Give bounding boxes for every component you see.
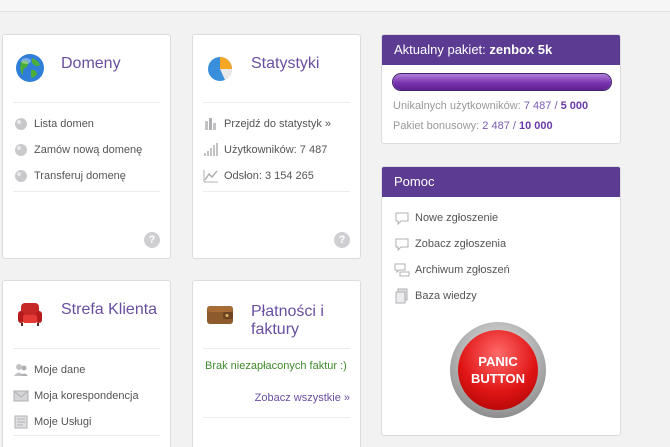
panic-button-face: PANIC BUTTON	[458, 330, 538, 410]
line-chart-icon	[203, 170, 218, 183]
bonus-sep: /	[512, 120, 516, 132]
pakiet-panel: Aktualny pakiet: zenbox 5k Unikalnych uż…	[381, 34, 621, 144]
divider	[13, 191, 160, 192]
bonus-stat: Pakiet bonusowy: 2 487 / 10 000	[393, 120, 553, 132]
top-bar	[0, 0, 670, 12]
link-label: Moje Usługi	[34, 416, 92, 428]
link-moja-korespondencja[interactable]: Moja korespondencja	[13, 383, 160, 409]
help-icon[interactable]: ?	[334, 232, 350, 248]
statystyki-title: Statystyki	[251, 55, 320, 72]
pomoc-header: Pomoc	[382, 167, 620, 197]
chat-bubble-icon	[395, 212, 409, 226]
wallet-icon	[207, 306, 233, 324]
list-icon	[14, 415, 28, 429]
link-moje-dane[interactable]: Moje dane	[13, 357, 160, 383]
divider	[203, 191, 350, 192]
link-label: Moja korespondencja	[34, 390, 139, 402]
link-zamow-domene[interactable]: Zamów nową domenę	[13, 137, 160, 163]
bonus-label: Pakiet bonusowy:	[393, 120, 480, 132]
link-label: Transferuj domenę	[34, 170, 126, 182]
link-lista-domen[interactable]: Lista domen	[13, 111, 160, 137]
link-archiwum-zgloszen[interactable]: Archiwum zgłoszeń	[394, 257, 510, 283]
link-label: Lista domen	[34, 118, 94, 130]
divider	[13, 435, 160, 436]
link-przejdz-do-statystyk[interactable]: Przejdź do statystyk »	[203, 111, 350, 137]
bar-chart-icon	[205, 118, 216, 130]
link-label: Baza wiedzy	[415, 290, 477, 302]
globe-small-icon	[15, 170, 27, 182]
domeny-title: Domeny	[61, 55, 121, 72]
globe-small-icon	[15, 144, 27, 156]
stat-odslony: Odsłon: 3 154 265	[203, 163, 350, 189]
panic-button[interactable]: PANIC BUTTON	[450, 322, 546, 418]
pakiet-name: zenbox 5k	[489, 42, 553, 57]
see-all-link[interactable]: Zobacz wszystkie »	[255, 392, 350, 404]
envelope-icon	[13, 390, 29, 402]
domeny-header: Domeny	[13, 35, 160, 103]
domeny-card: Domeny Lista domen Zamów nową domenę Tra…	[2, 34, 171, 259]
link-label: Nowe zgłoszenie	[415, 212, 499, 224]
panic-label-line2: BUTTON	[471, 371, 525, 386]
strefa-klienta-card: Strefa Klienta Moje dane Moja koresponde…	[2, 280, 171, 447]
bonus-value: 2 487	[482, 120, 510, 132]
unique-sep: /	[554, 100, 558, 112]
link-label: Moje dane	[34, 364, 86, 376]
link-nowe-zgloszenie[interactable]: Nowe zgłoszenie	[394, 205, 510, 231]
chat-bubble-icon	[395, 238, 409, 252]
stat-uzytkownicy: Użytkowników: 7 487	[203, 137, 350, 163]
link-label: Zamów nową domenę	[34, 144, 143, 156]
divider	[203, 417, 350, 418]
globe-icon	[16, 54, 44, 82]
pie-chart-icon	[208, 57, 233, 81]
panic-label-line1: PANIC	[478, 354, 518, 369]
pomoc-panel: Pomoc Nowe zgłoszenie Zobacz zgłoszenia …	[381, 166, 621, 436]
pakiet-header: Aktualny pakiet: zenbox 5k	[382, 35, 620, 65]
link-zobacz-zgloszenia[interactable]: Zobacz zgłoszenia	[394, 231, 510, 257]
link-label: Przejdź do statystyk »	[224, 118, 331, 130]
unique-value: 7 487	[523, 100, 552, 112]
unique-users-stat: Unikalnych użytkowników: 7 487 / 5 000	[393, 100, 588, 112]
documents-icon	[395, 288, 408, 304]
platnosci-header: Płatności i faktury	[203, 281, 350, 349]
pakiet-prefix: Aktualny pakiet:	[394, 42, 486, 57]
progress-fill	[393, 74, 611, 90]
armchair-icon	[18, 303, 42, 326]
stat-label: Odsłon: 3 154 265	[224, 170, 314, 182]
link-moje-uslugi[interactable]: Moje Usługi	[13, 409, 160, 435]
title-line2: faktury	[251, 321, 300, 338]
unique-limit: 5 000	[560, 100, 589, 112]
link-label: Archiwum zgłoszeń	[415, 264, 510, 276]
help-icon[interactable]: ?	[144, 232, 160, 248]
globe-small-icon	[15, 118, 27, 130]
link-transferuj-domene[interactable]: Transferuj domenę	[13, 163, 160, 189]
chat-bubbles-icon	[394, 263, 410, 277]
link-label: Zobacz zgłoszenia	[415, 238, 507, 250]
usage-progress-bar	[392, 73, 612, 91]
signal-bars-icon	[204, 143, 218, 156]
stat-label: Użytkowników: 7 487	[224, 144, 328, 156]
users-icon	[14, 364, 28, 376]
strefa-header: Strefa Klienta	[13, 281, 160, 349]
platnosci-title: Płatności i faktury	[251, 303, 324, 339]
platnosci-card: Płatności i faktury Brak niezapłaconych …	[192, 280, 361, 447]
unique-label: Unikalnych użytkowników:	[393, 100, 521, 112]
strefa-title: Strefa Klienta	[61, 301, 158, 318]
statystyki-header: Statystyki	[203, 35, 350, 103]
link-baza-wiedzy[interactable]: Baza wiedzy	[394, 283, 510, 309]
statystyki-card: Statystyki Przejdź do statystyk » Użytko…	[192, 34, 361, 259]
title-line1: Płatności i	[251, 303, 324, 320]
status-text: Brak niezapłaconych faktur :)	[205, 360, 347, 372]
bonus-limit: 10 000	[519, 120, 553, 132]
